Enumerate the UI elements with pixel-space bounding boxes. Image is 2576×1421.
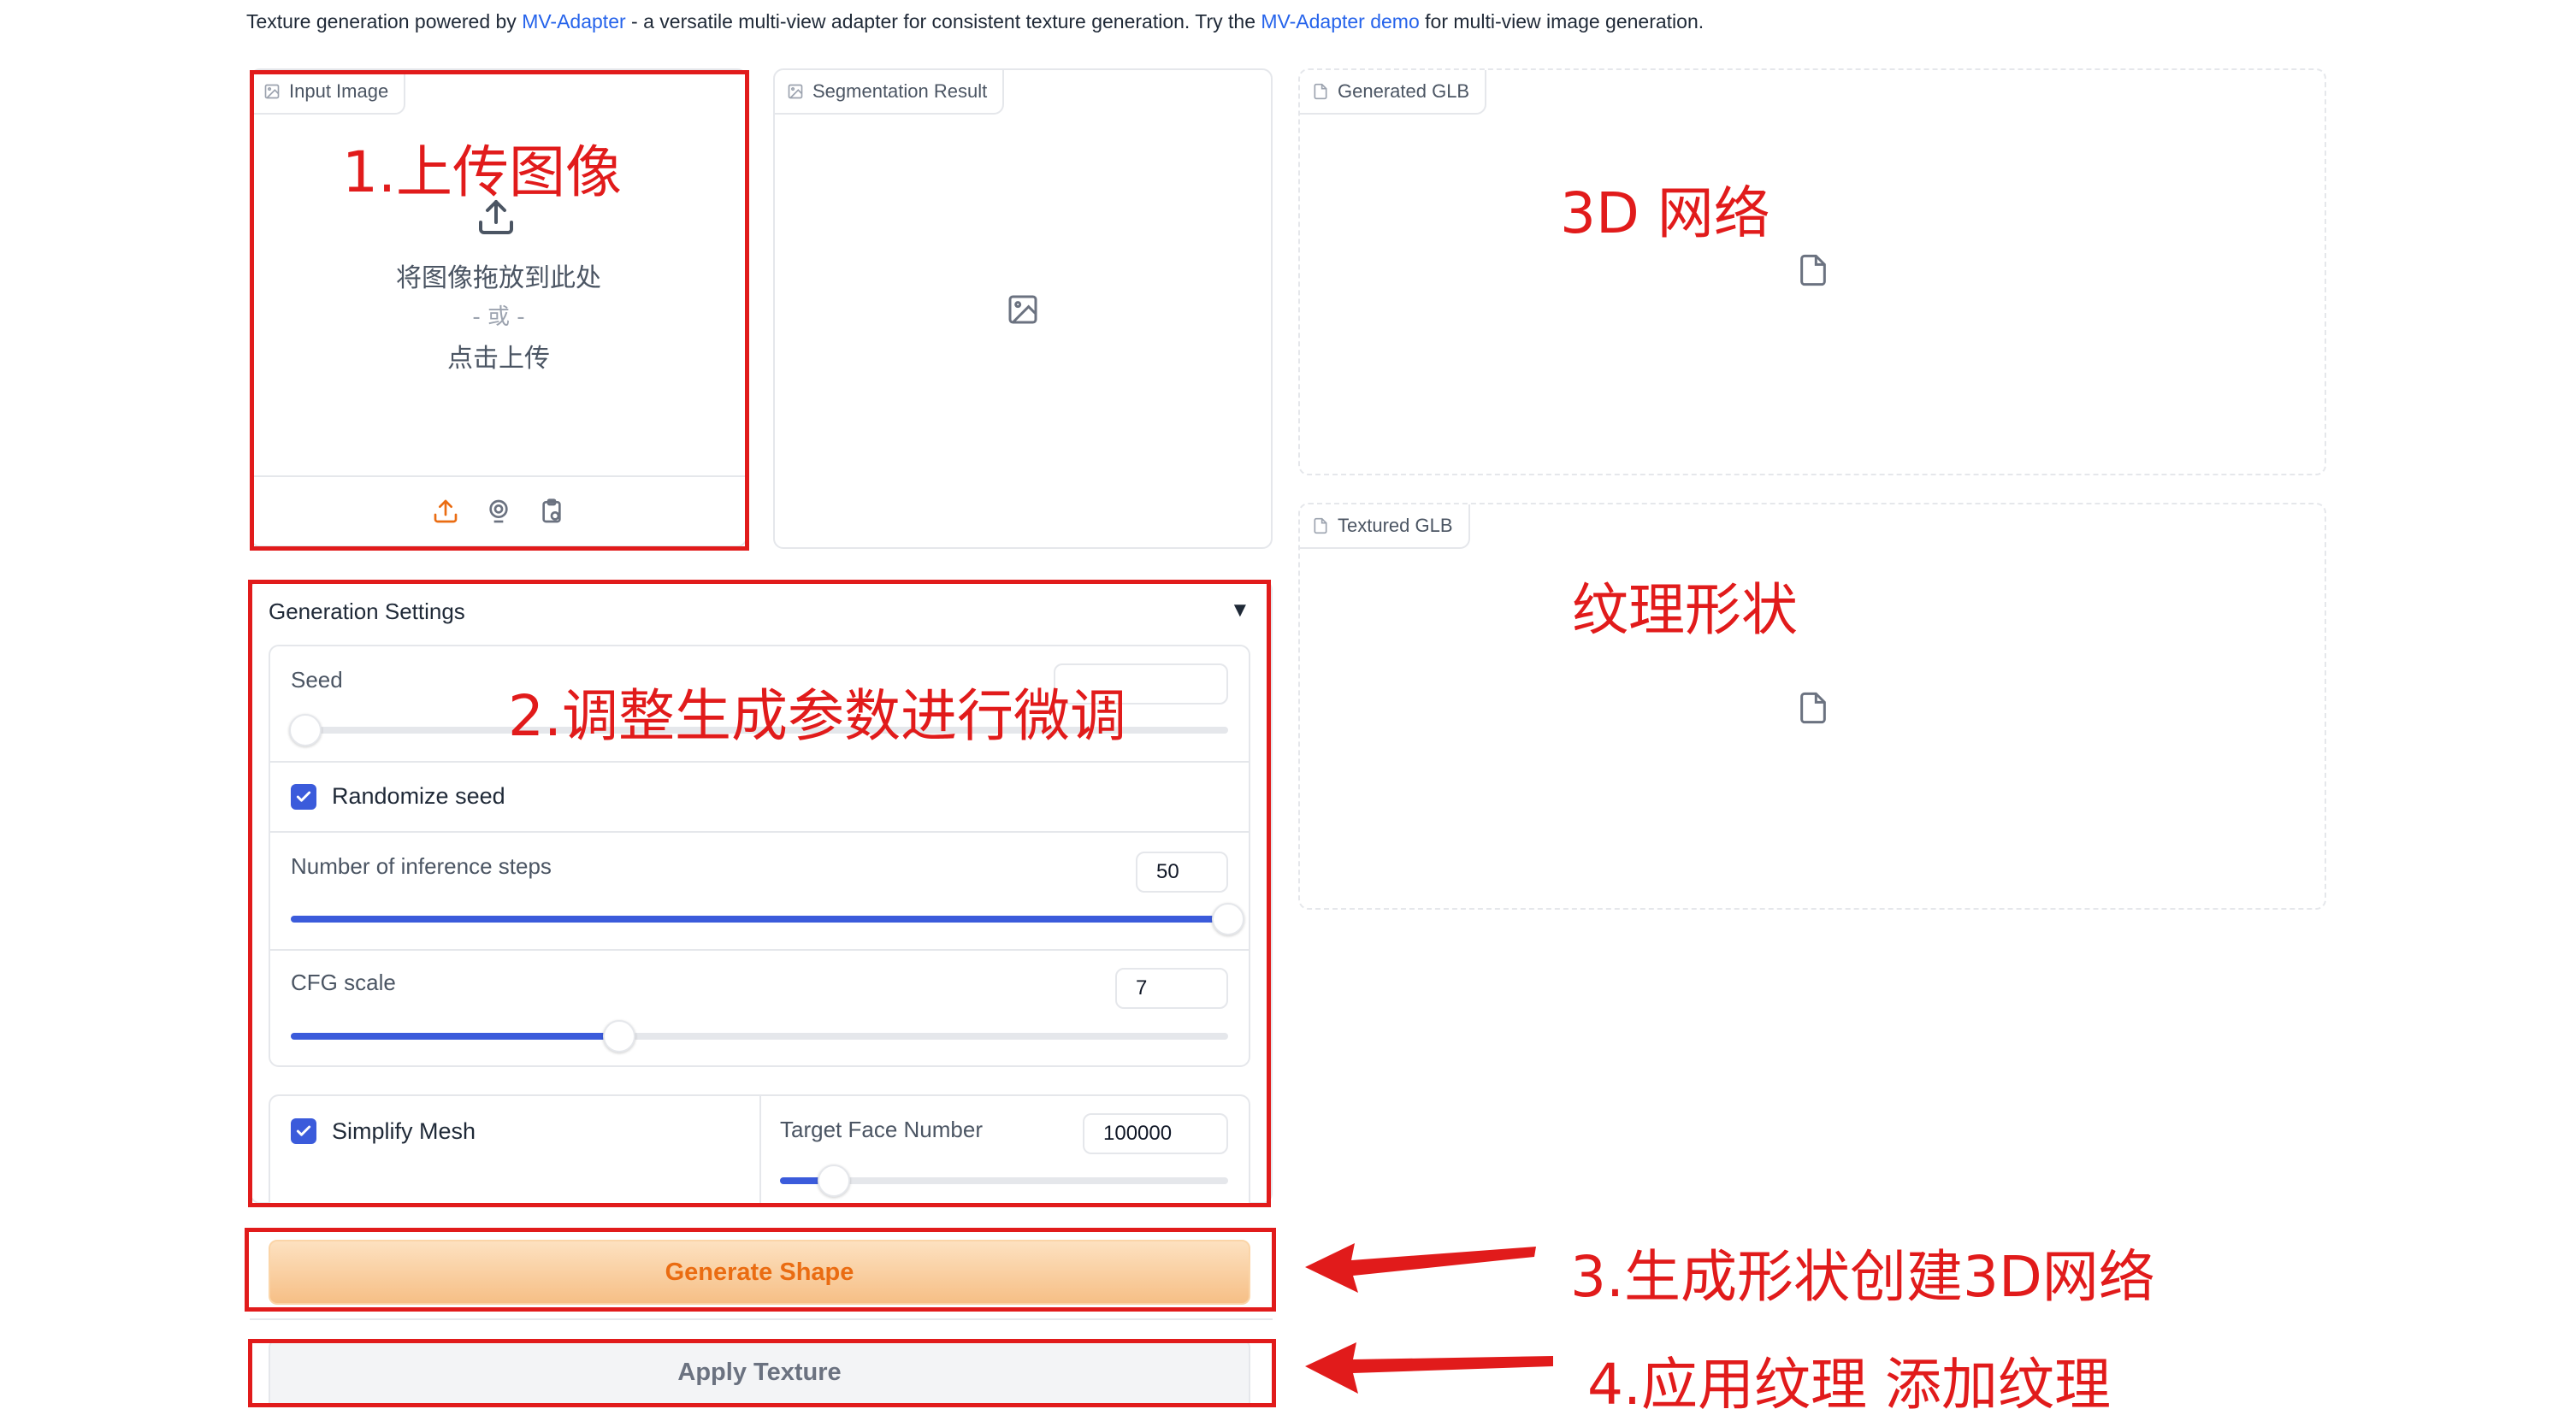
generated-glb-label: Generated GLB (1300, 70, 1487, 115)
annotation-step-4: 4.应用纹理 添加纹理 (1587, 1352, 2111, 1418)
mv-adapter-demo-link[interactable]: MV-Adapter demo (1261, 10, 1419, 32)
annotation-texture-shape: 纹理形状 (1572, 577, 1798, 643)
segmentation-result-panel: Segmentation Result (773, 68, 1273, 549)
textured-glb-label: Textured GLB (1300, 504, 1470, 549)
image-placeholder-icon (1006, 292, 1040, 327)
file-icon (1312, 517, 1329, 534)
description: Texture generation powered by MV-Adapter… (246, 10, 1705, 32)
divider (250, 1318, 1273, 1320)
file-placeholder-icon (1796, 691, 1830, 729)
file-icon (1312, 83, 1329, 100)
annotation-box-generate (245, 1228, 1276, 1312)
generated-glb-panel: Generated GLB (1298, 68, 2326, 475)
annotation-step-1: 1.上传图像 (342, 139, 622, 205)
textured-glb-panel: Textured GLB (1298, 503, 2326, 910)
mv-adapter-link[interactable]: MV-Adapter (522, 10, 625, 32)
file-placeholder-icon (1796, 253, 1830, 292)
arrow-icon (1305, 1243, 1536, 1293)
image-icon (787, 83, 804, 100)
annotation-step-2: 2.调整生成参数进行微调 (508, 683, 1126, 749)
annotation-3d-mesh: 3D 网络 (1560, 180, 1770, 246)
annotation-box-apply (248, 1339, 1276, 1407)
annotation-step-3: 3.生成形状创建3D网络 (1570, 1244, 2155, 1310)
segmentation-label: Segmentation Result (775, 70, 1005, 115)
arrow-icon (1305, 1342, 1553, 1394)
